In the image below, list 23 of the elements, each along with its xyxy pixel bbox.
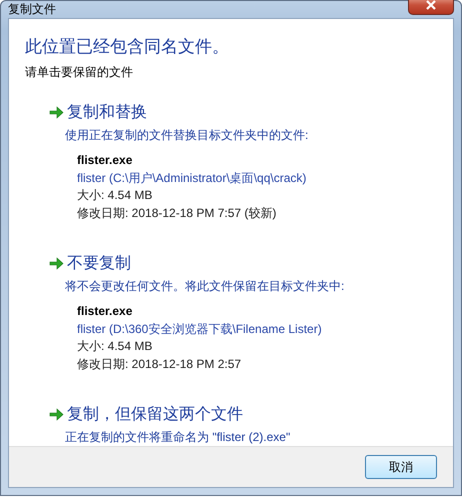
file-size: 大小: 4.54 MB <box>77 339 152 353</box>
option-link[interactable]: 复制，但保留这两个文件 <box>47 403 245 426</box>
file-location: flister (D:\360安全浏览器下载\Filename Lister) <box>77 322 322 336</box>
close-icon <box>425 0 437 10</box>
file-name: flister.exe <box>77 153 132 167</box>
option-link[interactable]: 复制和替换 <box>47 101 149 124</box>
option-link[interactable]: 不要复制 <box>47 252 133 275</box>
file-location: flister (C:\用户\Administrator\桌面\qq\crack) <box>77 170 306 184</box>
arrow-icon <box>49 408 64 421</box>
arrow-icon <box>49 106 64 119</box>
file-size: 大小: 4.54 MB <box>77 188 152 202</box>
option-description: 正在复制的文件将重命名为 "flister (2).exe" <box>65 429 292 446</box>
cancel-button[interactable]: 取消 <box>365 455 437 479</box>
file-modified: 修改日期: 2018-12-18 PM 7:57 (较新) <box>77 206 276 220</box>
dialog-heading: 此位置已经包含同名文件。 <box>25 36 230 58</box>
option-description: 将不会更改任何文件。将此文件保留在目标文件夹中: <box>65 278 346 295</box>
file-modified: 修改日期: 2018-12-18 PM 2:57 <box>77 356 242 370</box>
option-description: 使用正在复制的文件替换目标文件夹中的文件: <box>65 127 310 144</box>
file-name: flister.exe <box>77 304 132 318</box>
arrow-icon <box>49 257 64 270</box>
close-button[interactable] <box>408 0 454 14</box>
dialog-instruction: 请单击要保留的文件 <box>25 64 134 81</box>
window-title: 复制文件 <box>8 1 56 18</box>
